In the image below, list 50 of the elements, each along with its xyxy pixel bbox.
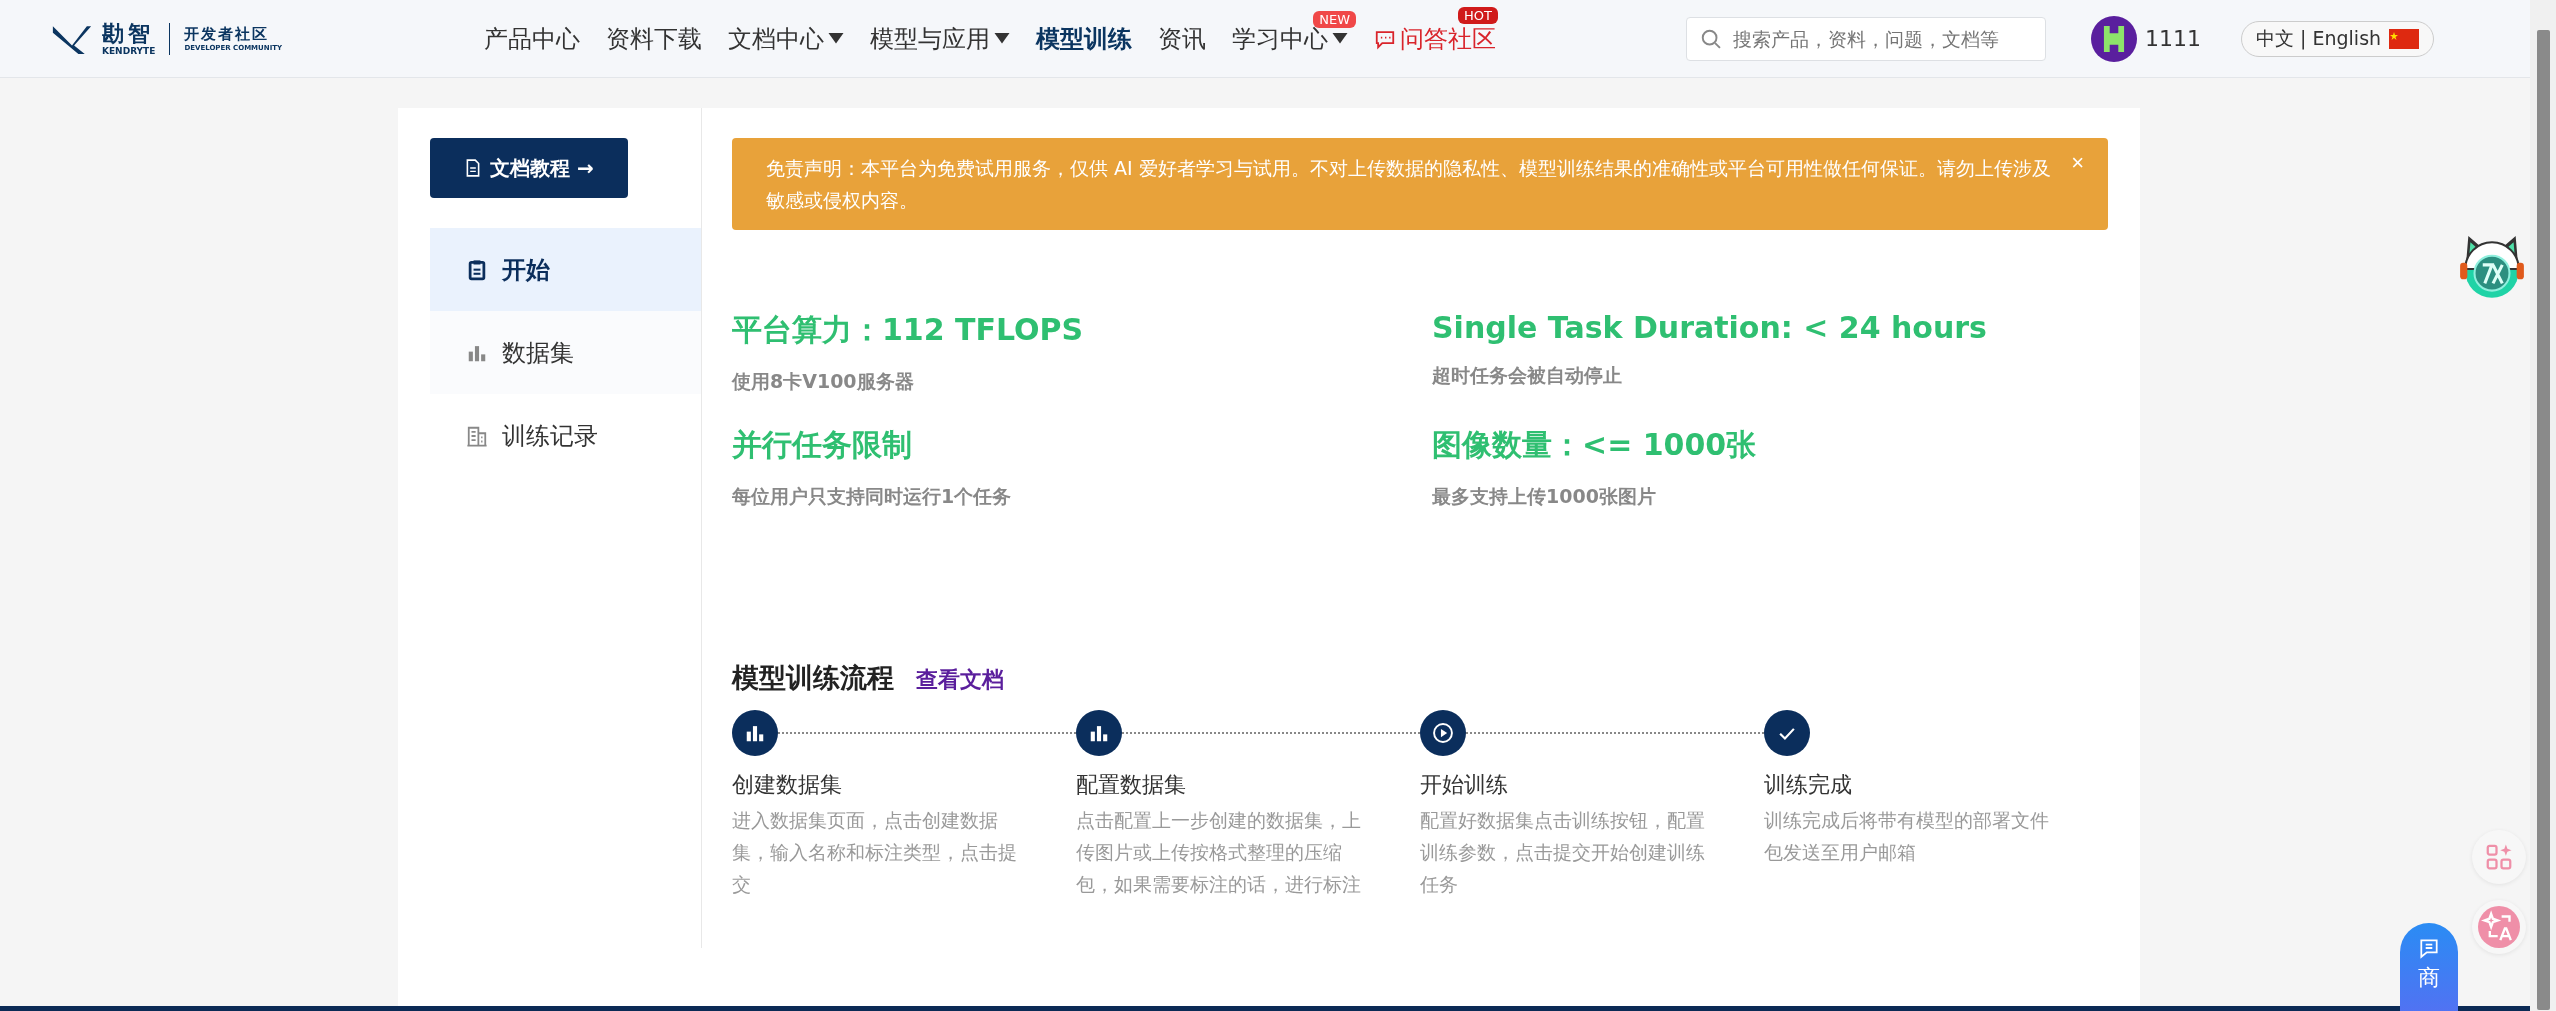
nav-badge: HOT [1458,6,1498,24]
building-icon [466,424,488,447]
apps-button[interactable] [2472,830,2526,884]
nav-link[interactable]: 资料下载 [606,22,702,55]
step-title: 开始训练 [1420,771,1509,799]
stat-title: 并行任务限制 [732,426,913,464]
nav-link[interactable]: 资讯 [1158,22,1206,55]
nav-link[interactable]: 产品中心 [484,22,580,55]
stat-title: Single Task Duration: < 24 hours [1432,310,1988,345]
disclaimer-text: 免责声明：本平台为免费试用服务，仅供 AI 爱好者学习与试用。不对上传数据的隐私性、模型训练结果的准确性或平台可用性做任何保证。请勿上传涉及敏感或侵权内容。 [766,157,2051,211]
step-title: 配置数据集 [1076,771,1187,799]
play-circle-icon [1432,722,1454,744]
scrollbar-thumb[interactable] [2537,30,2550,1010]
nav-badge: NEW [1313,10,1356,28]
avatar-icon[interactable] [2091,15,2137,62]
search-icon [1700,27,1722,50]
step-title: 创建数据集 [732,771,843,799]
logo-community-text: 开发者社区 [184,25,271,44]
nav-link[interactable]: 模型训练 [1036,22,1132,55]
step-title: 训练完成 [1764,771,1853,799]
contact-button[interactable]: 商 [2400,923,2458,1011]
stat-description: 使用8卡V100服务器 [732,369,915,394]
section-title: 模型训练流程 [732,661,894,695]
sidebar-item[interactable]: 开始 [430,228,701,311]
doc-tutorial-button[interactable]: 文档教程 → [430,138,628,198]
user-name[interactable]: 1111 [2145,26,2201,51]
nav-link[interactable]: 文档中心 [728,22,844,55]
translate-icon [2478,906,2520,948]
step-description: 点击配置上一步创建的数据集，上传图片或上传按格式整理的压缩包，如果需要标注的话，进行标注 [1076,808,1362,897]
message-icon [2418,937,2440,959]
view-docs-link[interactable]: 查看文档 [916,665,1004,695]
language-link[interactable]: 中文 | English [2256,25,2382,52]
sidebar-item[interactable]: 数据集 [430,311,701,394]
logo-text: 勘智 [102,21,155,46]
search-field[interactable]: 搜索产品，资料，问题，文档等 [1686,16,2046,61]
stat-description: 每位用户只支持同时运行1个任务 [732,484,1013,509]
stat-description: 最多支持上传1000张图片 [1432,484,1657,509]
clipboard-icon [466,258,488,281]
apps-sparkle-icon [2484,842,2514,872]
stat-description: 超时任务会被自动停止 [1432,363,1623,388]
nav-link[interactable]: 模型与应用 [870,22,1010,55]
logo-subtext: KENDRYTE [102,45,156,56]
translate-button[interactable] [2472,900,2526,954]
stat-title: 图像数量：<= 1000张 [1432,426,1758,464]
step-description: 配置好数据集点击训练按钮，配置训练参数，点击提交开始创建训练任务 [1420,808,1706,897]
nav-link[interactable]: 问答社区 [1374,22,1496,55]
flag-icon [2389,28,2420,49]
stat-title: 平台算力：112 TFLOPS [732,311,1085,349]
step-description: 训练完成后将带有模型的部署文件包发送至用户邮箱 [1764,808,2050,865]
step-description: 进入数据集页面，点击创建数据集，输入名称和标注类型，点击提交 [732,808,1018,897]
